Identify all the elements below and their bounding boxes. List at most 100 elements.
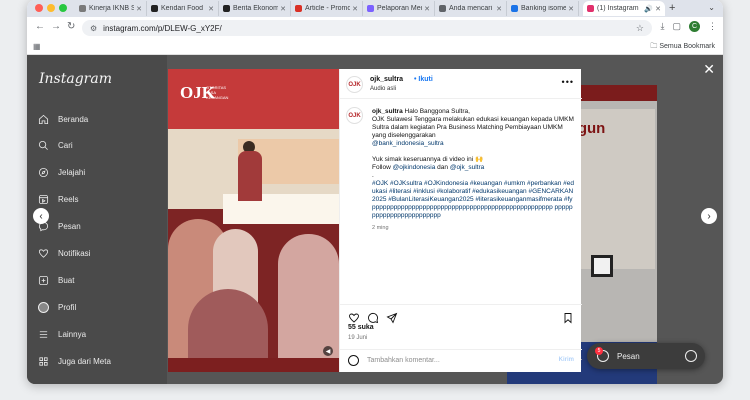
- caption-word: dan: [437, 164, 449, 171]
- messages-button[interactable]: 5 Pesan: [587, 343, 705, 369]
- tab-close-icon[interactable]: ✕: [496, 5, 502, 13]
- mention-link[interactable]: @bank_indonesia_sultra: [372, 140, 574, 148]
- unread-badge: 5: [595, 347, 603, 355]
- post-date: 19 Juni: [348, 335, 368, 341]
- sidebar-item-label: Cari: [58, 140, 73, 150]
- save-bookmark-icon[interactable]: [562, 311, 574, 324]
- menu-dots-icon[interactable]: ⋮: [708, 21, 717, 32]
- heart-icon: [37, 247, 49, 259]
- follow-button[interactable]: • Ikuti: [414, 76, 433, 83]
- sidebar-item-reels[interactable]: Reels: [37, 191, 78, 207]
- sidebar-item-buat[interactable]: Buat: [37, 272, 74, 288]
- meta-icon: [37, 355, 49, 367]
- maximize-window-button[interactable]: [59, 4, 67, 12]
- post-author-username[interactable]: ojk_sultra: [370, 76, 403, 83]
- mute-icon[interactable]: ◀: [323, 346, 333, 356]
- tab-search-chevron-icon[interactable]: ⌄: [708, 3, 715, 12]
- sidebar-item-label: Lainnya: [58, 329, 87, 339]
- compass-icon: [37, 166, 49, 178]
- messages-label: Pesan: [617, 351, 640, 361]
- apps-grid-icon[interactable]: ▦: [33, 42, 41, 51]
- browser-tab[interactable]: Article - Promo ✕: [291, 1, 363, 16]
- post-author-avatar[interactable]: OJK: [346, 76, 363, 93]
- share-send-icon[interactable]: [386, 311, 398, 324]
- instagram-favicon: [587, 5, 594, 12]
- extensions-icon[interactable]: ▢: [672, 21, 681, 32]
- bookmark-star-icon[interactable]: ☆: [636, 23, 644, 34]
- download-icon[interactable]: ⤓: [661, 21, 665, 32]
- emoji-icon[interactable]: [348, 355, 359, 366]
- sidebar-item-notifikasi[interactable]: Notifikasi: [37, 245, 90, 261]
- media-footer-band: [168, 358, 339, 372]
- tab-favicon: [295, 5, 302, 12]
- back-button[interactable]: ←: [35, 21, 45, 32]
- qr-code: [591, 255, 613, 277]
- messenger-icon: 5: [595, 347, 609, 362]
- sidebar-item-cari[interactable]: Cari: [37, 137, 73, 153]
- comment-icon[interactable]: [367, 311, 379, 324]
- plus-square-icon: [37, 274, 49, 286]
- browser-tab[interactable]: Kinerja IKNB Sulte✕: [75, 1, 147, 16]
- mention-link[interactable]: @ojkindonesia: [393, 164, 436, 171]
- reload-button[interactable]: ↻: [67, 21, 75, 32]
- tab-close-icon[interactable]: ✕: [208, 5, 214, 13]
- mention-link[interactable]: @ojk_sultra: [450, 164, 484, 171]
- likes-count[interactable]: 55 suka: [348, 324, 374, 331]
- tab-favicon: [511, 5, 518, 12]
- ojk-logo-subtitle: OTORITAS JASA KEUANGAN: [206, 85, 229, 100]
- caption-author-avatar[interactable]: OJK: [346, 107, 363, 124]
- close-icon[interactable]: ✕: [703, 61, 715, 78]
- post-header: OJK ojk_sultra • Ikuti Audio asli •••: [340, 69, 582, 99]
- sidebar-item-profil[interactable]: Profil: [37, 299, 76, 315]
- caption-username[interactable]: ojk_sultra: [372, 108, 403, 115]
- sidebar-item-lainnya[interactable]: Lainnya: [37, 326, 86, 342]
- caption-line: Halo Banggona Sultra,: [404, 108, 470, 115]
- all-bookmarks-button[interactable]: 🗀 Semua Bookmark: [650, 42, 715, 53]
- tab-close-icon[interactable]: ✕: [352, 5, 358, 13]
- browser-tab[interactable]: Anda mencari ✕: [435, 1, 507, 16]
- sidebar-item-juga-dari-meta[interactable]: Juga dari Meta: [37, 353, 111, 369]
- audio-label[interactable]: Audio asli: [370, 86, 396, 92]
- tab-close-icon[interactable]: ✕: [424, 5, 430, 13]
- next-post-button[interactable]: ›: [701, 208, 717, 224]
- sidebar-item-beranda[interactable]: Beranda: [37, 111, 88, 127]
- caption-line: OJK Sulawesi Tenggara melakukan edukasi …: [372, 116, 574, 139]
- follow-label: Ikuti: [418, 76, 433, 83]
- media-speaker: [238, 151, 262, 201]
- caption-text: ojk_sultra Halo Banggona Sultra, OJK Sul…: [372, 108, 574, 232]
- caption-word: Follow: [372, 164, 391, 171]
- like-heart-icon[interactable]: [348, 311, 360, 323]
- tab-favicon: [79, 5, 86, 12]
- reels-icon: [37, 193, 49, 205]
- tab-favicon: [367, 5, 374, 12]
- profile-avatar[interactable]: C: [689, 21, 700, 32]
- tab-close-icon[interactable]: ✕: [655, 5, 661, 13]
- instagram-logo[interactable]: Instagram: [39, 71, 112, 87]
- browser-tab[interactable]: Pelaporan Media✕: [363, 1, 435, 16]
- browser-tab[interactable]: Berita Ekonomi ✕: [219, 1, 291, 16]
- tab-close-icon[interactable]: ✕: [280, 5, 286, 13]
- close-window-button[interactable]: [35, 4, 43, 12]
- comment-input[interactable]: Tambahkan komentar...: [367, 357, 440, 364]
- bookmarks-bar: ▦ 🗀 Semua Bookmark: [27, 39, 723, 55]
- sidebar-item-jelajahi[interactable]: Jelajahi: [37, 164, 85, 180]
- browser-tab[interactable]: Kendari Food ✕: [147, 1, 219, 16]
- post-media[interactable]: OJK OTORITAS JASA KEUANGAN ◀: [168, 69, 339, 372]
- site-info-icon[interactable]: ⚙: [90, 24, 97, 33]
- more-options-icon[interactable]: •••: [562, 77, 574, 87]
- tab-favicon: [223, 5, 230, 12]
- hashtag-links[interactable]: #OJK #OJKsultra #OJKindonesia #keuangan …: [372, 180, 574, 220]
- speaker-icon[interactable]: 🔊: [644, 5, 653, 13]
- minimize-window-button[interactable]: [47, 4, 55, 12]
- previous-post-button[interactable]: ‹: [33, 208, 49, 224]
- window-controls: [35, 4, 67, 12]
- forward-button[interactable]: →: [51, 21, 61, 32]
- tab-close-icon[interactable]: ✕: [136, 5, 142, 13]
- tab-close-icon[interactable]: ✕: [568, 5, 574, 13]
- address-bar[interactable]: ⚙ instagram.com/p/DLEW-G_xY2F/ ☆: [82, 20, 652, 36]
- new-tab-button[interactable]: +: [669, 2, 675, 14]
- browser-tab[interactable]: Banking isome ✕: [507, 1, 579, 16]
- send-comment-button[interactable]: Kirim: [559, 357, 574, 363]
- tab-favicon: [439, 5, 446, 12]
- browser-tab-active[interactable]: (1) Instagram 🔊 ✕: [583, 1, 665, 16]
